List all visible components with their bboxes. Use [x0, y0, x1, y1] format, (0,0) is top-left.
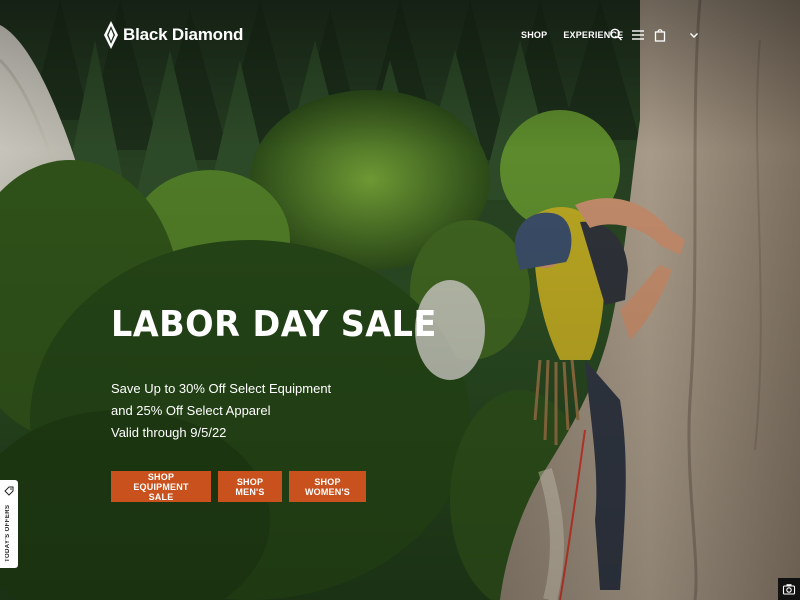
- promo-line-apparel: and 25% Off Select Apparel: [111, 403, 271, 418]
- chevron-down-icon[interactable]: [686, 27, 702, 43]
- search-icon[interactable]: [608, 27, 624, 43]
- hero-headline: LABOR DAY SALE: [111, 304, 437, 345]
- hero-banner: [0, 0, 800, 600]
- promo-text: Save Up to 30% Off Select Equipment and …: [111, 378, 331, 444]
- cart-icon[interactable]: [652, 27, 668, 43]
- brand-logo[interactable]: Black Diamond: [104, 20, 243, 50]
- camera-icon: [782, 584, 796, 595]
- shop-equipment-sale-button[interactable]: SHOP EQUIPMENT SALE: [111, 471, 211, 502]
- tag-icon: [4, 486, 14, 496]
- camera-button[interactable]: [778, 578, 800, 600]
- shop-womens-button[interactable]: SHOP WOMEN'S: [289, 471, 366, 502]
- promo-line-validity: Valid through 9/5/22: [111, 425, 227, 440]
- todays-offers-label: TODAY'S OFFERS: [5, 504, 11, 562]
- hero-background-image: [0, 0, 800, 600]
- menu-icon[interactable]: [630, 27, 646, 43]
- diamond-logo-icon: [104, 21, 118, 49]
- todays-offers-tab[interactable]: TODAY'S OFFERS: [0, 480, 18, 568]
- nav-shop-link[interactable]: SHOP: [521, 30, 547, 40]
- promo-line-equipment: Save Up to 30% Off Select Equipment: [111, 381, 332, 396]
- shop-mens-button[interactable]: SHOP MEN'S: [218, 471, 282, 502]
- cta-group: SHOP EQUIPMENT SALE SHOP MEN'S SHOP WOME…: [111, 471, 366, 502]
- top-navigation: Black Diamond SHOP EXPERIENCE: [0, 0, 800, 70]
- brand-name: Black Diamond: [123, 25, 244, 44]
